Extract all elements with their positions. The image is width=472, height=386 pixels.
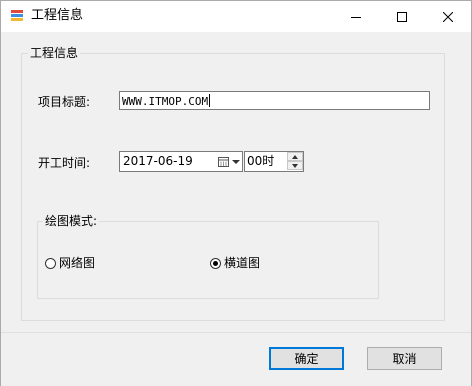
chevron-down-icon xyxy=(231,159,240,164)
maximize-button[interactable] xyxy=(379,1,425,32)
project-title-label: 项目标题: xyxy=(38,95,91,109)
radio-circle-selected[interactable] xyxy=(210,257,221,269)
project-title-value: WWW.ITMOP.COM xyxy=(122,95,209,108)
hour-value: 00时 xyxy=(247,154,275,168)
hour-spinner[interactable]: 00时 xyxy=(244,151,304,172)
title-bar[interactable]: 工程信息 xyxy=(1,1,471,32)
start-date-picker[interactable]: 2017-06-19 xyxy=(119,151,243,172)
ok-button-label: 确定 xyxy=(294,352,319,366)
project-info-group-title: 工程信息 xyxy=(28,46,81,60)
close-button[interactable] xyxy=(425,1,471,32)
window-title: 工程信息 xyxy=(31,8,84,23)
arrow-up-icon xyxy=(292,154,298,159)
radio-network-diagram[interactable]: 网络图 xyxy=(45,256,95,270)
radio-bar-chart-label: 横道图 xyxy=(224,256,261,270)
ok-button[interactable]: 确定 xyxy=(269,347,344,370)
cancel-button-label: 取消 xyxy=(392,352,417,366)
draw-mode-group-title: 绘图模式: xyxy=(43,214,100,228)
dialog-window: 工程信息 工程信息 项目标题: WWW.ITMOP.COM 开工时间: 2017… xyxy=(0,0,472,386)
hour-decrement-button[interactable] xyxy=(287,161,303,170)
hour-increment-button[interactable] xyxy=(287,152,303,161)
radio-network-diagram-label: 网络图 xyxy=(59,256,96,270)
minimize-icon xyxy=(351,16,361,18)
app-stack-icon xyxy=(11,10,23,21)
start-time-label: 开工时间: xyxy=(38,156,91,170)
cancel-button[interactable]: 取消 xyxy=(367,347,442,370)
arrow-down-icon xyxy=(292,163,298,168)
minimize-button[interactable] xyxy=(333,1,379,32)
maximize-icon xyxy=(397,11,407,22)
calendar-icon xyxy=(217,156,229,167)
project-title-input[interactable]: WWW.ITMOP.COM xyxy=(119,91,430,110)
radio-bar-chart[interactable]: 横道图 xyxy=(210,256,260,270)
calendar-dropdown-button[interactable] xyxy=(216,154,241,169)
radio-circle[interactable] xyxy=(45,257,56,269)
close-icon xyxy=(443,11,453,22)
start-date-value: 2017-06-19 xyxy=(123,154,193,168)
